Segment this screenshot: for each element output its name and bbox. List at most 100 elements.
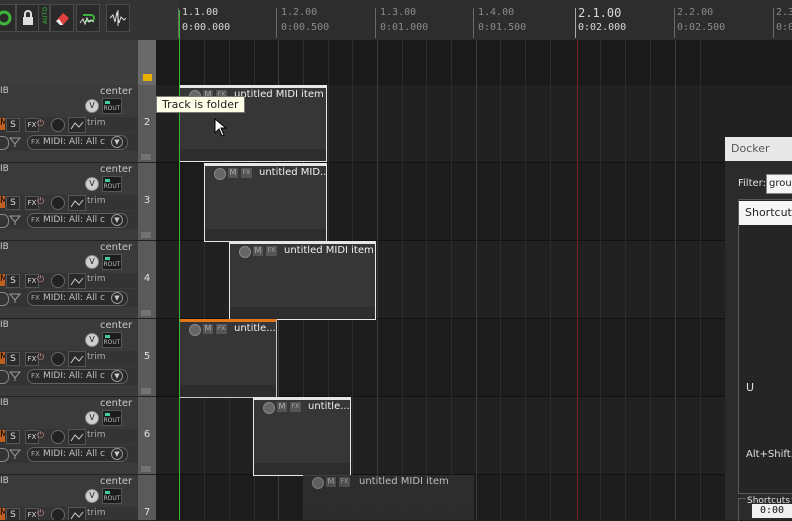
record-arm-button[interactable] — [51, 430, 65, 444]
midi-item[interactable]: M FX untitled MID... — [204, 163, 327, 242]
track-number[interactable]: 6 — [138, 397, 156, 474]
fx-bypass-icon[interactable]: ⏻ — [37, 430, 47, 442]
midi-item[interactable]: M FX untitled MIDI item — [229, 241, 376, 320]
eraser-button[interactable] — [50, 4, 74, 32]
solo-button[interactable]: S — [6, 274, 20, 288]
chevron-down-icon[interactable]: ▼ — [111, 448, 123, 460]
solo-button[interactable]: S — [6, 430, 20, 444]
route-button[interactable]: ROUT — [102, 176, 122, 192]
item-mute-button[interactable]: M — [253, 246, 263, 256]
envelope-button[interactable] — [68, 429, 86, 445]
item-mute-button[interactable]: M — [326, 477, 336, 487]
folder-icon[interactable] — [143, 74, 152, 81]
item-mute-button[interactable]: M — [228, 168, 238, 178]
automation-mode-label[interactable]: trim — [87, 196, 106, 206]
envelope-button[interactable] — [68, 351, 86, 367]
midi-item[interactable]: M FX untitled MIDI item — [303, 475, 474, 520]
folder-track-header[interactable] — [0, 40, 156, 86]
track-header[interactable]: IB center V ROUT M S FX ⏻ trim 7 — [0, 475, 156, 521]
item-mute-button[interactable]: M — [203, 324, 213, 334]
item-lock-icon[interactable] — [239, 246, 251, 258]
folder-state-icon[interactable] — [141, 154, 151, 160]
docker-tab[interactable]: Docker — [725, 137, 792, 161]
item-lock-icon[interactable] — [214, 168, 226, 180]
record-arm-button[interactable] — [51, 196, 65, 210]
route-button[interactable]: ROUT — [102, 98, 122, 114]
envelope-button[interactable] — [68, 273, 86, 289]
chevron-down-icon[interactable]: ▼ — [111, 214, 123, 226]
solo-button[interactable]: S — [6, 118, 20, 132]
item-fx-button[interactable]: FX — [241, 168, 252, 178]
item-lock-icon[interactable] — [312, 477, 324, 489]
item-fx-button[interactable]: FX — [290, 402, 301, 412]
item-mute-button[interactable]: M — [277, 402, 287, 412]
volume-knob[interactable]: V — [85, 411, 99, 425]
track-number[interactable]: 4 — [138, 241, 156, 318]
route-button[interactable]: ROUT — [102, 410, 122, 426]
track-header[interactable]: IB center V ROUT M S FX ⏻ trim FX MIDI: A… — [0, 319, 156, 397]
record-arm-button[interactable] — [51, 352, 65, 366]
record-arm-button[interactable] — [51, 118, 65, 132]
mute-button[interactable]: M — [0, 430, 5, 442]
fx-bypass-icon[interactable]: ⏻ — [37, 274, 47, 286]
volume-knob[interactable]: V — [85, 333, 99, 347]
track-number[interactable]: 7 — [138, 475, 156, 520]
fx-bypass-icon[interactable]: ⏻ — [37, 352, 47, 364]
automation-mode-label[interactable]: trim — [87, 352, 106, 362]
metronome-button[interactable] — [0, 4, 16, 32]
automation-mode-label[interactable]: trim — [87, 430, 106, 440]
solo-button[interactable]: S — [6, 508, 20, 520]
midi-item[interactable]: M FX untitle... — [253, 397, 351, 476]
record-mode-icon[interactable] — [8, 214, 22, 226]
item-fx-button[interactable]: FX — [339, 477, 350, 487]
record-arm-button[interactable] — [51, 508, 65, 520]
lock-button[interactable] — [16, 4, 40, 32]
item-fx-button[interactable]: FX — [266, 246, 277, 256]
mute-button[interactable]: M — [0, 508, 5, 520]
autosave-button[interactable]: AUTO — [38, 4, 50, 32]
volume-knob[interactable]: V — [85, 99, 99, 113]
track-number[interactable]: 3 — [138, 163, 156, 240]
folder-state-icon[interactable] — [141, 388, 151, 394]
filter-input[interactable]: group — [766, 174, 792, 194]
timeline-ruler[interactable]: 1.1.00 0:00.000 1.2.00 0:00.500 1.3.00 0… — [178, 0, 792, 41]
route-button[interactable]: ROUT — [102, 488, 122, 504]
automation-mode-label[interactable]: trim — [87, 508, 106, 518]
folder-state-icon[interactable] — [141, 310, 151, 316]
undo-button[interactable] — [76, 4, 100, 32]
record-mode-icon[interactable] — [8, 292, 22, 304]
track-header[interactable]: IB center V ROUT M S FX ⏻ trim FX MIDI: A… — [0, 85, 156, 163]
volume-knob[interactable]: V — [85, 489, 99, 503]
mute-button[interactable]: M — [0, 352, 5, 364]
solo-button[interactable]: S — [6, 196, 20, 210]
folder-state-icon[interactable] — [141, 466, 151, 472]
record-mode-icon[interactable] — [8, 136, 22, 148]
solo-button[interactable]: S — [6, 352, 20, 366]
record-arm-button[interactable] — [51, 274, 65, 288]
automation-mode-label[interactable]: trim — [87, 274, 106, 284]
mute-button[interactable]: M — [0, 196, 5, 208]
envelope-button[interactable] — [68, 195, 86, 211]
item-lock-icon[interactable] — [189, 324, 201, 336]
item-lock-icon[interactable] — [263, 402, 275, 414]
route-button[interactable]: ROUT — [102, 332, 122, 348]
volume-knob[interactable]: V — [85, 255, 99, 269]
fx-bypass-icon[interactable]: ⏻ — [37, 196, 47, 208]
item-fx-button[interactable]: FX — [216, 324, 227, 334]
route-button[interactable]: ROUT — [102, 254, 122, 270]
shortcut-row[interactable]: Alt+Shift... — [746, 449, 792, 460]
track-header[interactable]: IB center V ROUT M S FX ⏻ trim FX MIDI: A… — [0, 241, 156, 319]
mute-button[interactable]: M — [0, 274, 5, 286]
grid-snap-button[interactable] — [106, 4, 130, 32]
arrange-view[interactable]: M FX untitled MIDI item M FX untitled MI… — [156, 40, 792, 520]
chevron-down-icon[interactable]: ▼ — [111, 292, 123, 304]
chevron-down-icon[interactable]: ▼ — [111, 370, 123, 382]
chevron-down-icon[interactable]: ▼ — [111, 136, 123, 148]
shortcut-column-header[interactable]: Shortcut — [739, 201, 792, 225]
track-number[interactable]: 5 — [138, 319, 156, 396]
fx-bypass-icon[interactable]: ⏻ — [37, 118, 47, 130]
volume-knob[interactable]: V — [85, 177, 99, 191]
track-header[interactable]: IB center V ROUT M S FX ⏻ trim FX MIDI: A… — [0, 163, 156, 241]
track-number[interactable]: 2 — [138, 85, 156, 162]
fx-bypass-icon[interactable]: ⏻ — [37, 508, 47, 520]
